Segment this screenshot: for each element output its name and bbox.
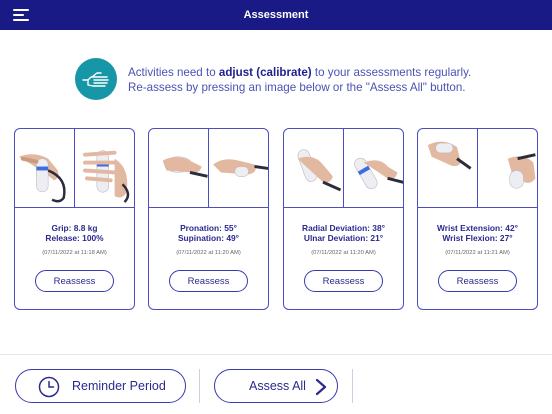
release-photo[interactable] <box>75 129 135 207</box>
reassess-button[interactable]: Reassess <box>35 270 114 292</box>
card-value-secondary: Supination: 49° <box>177 233 240 243</box>
pronation-photo[interactable] <box>149 129 209 207</box>
divider <box>352 369 353 403</box>
clock-icon <box>38 376 60 398</box>
card-value-primary: Wrist Extension: 42° <box>437 223 518 233</box>
card-timestamp: (07/11/2022 at 11:20 AM) <box>176 250 241 256</box>
supination-photo[interactable] <box>209 129 268 207</box>
card-images[interactable] <box>418 129 537 208</box>
card-value-secondary: Release: 100% <box>45 233 104 243</box>
reassess-button[interactable]: Reassess <box>169 270 248 292</box>
card-value-secondary: Ulnar Deviation: 21° <box>303 233 384 243</box>
hand-icon <box>75 58 117 100</box>
bottom-toolbar: Reminder Period Assess All <box>0 354 552 414</box>
card-timestamp: (07/11/2022 at 11:18 AM) <box>42 250 107 256</box>
wrist-extension-photo[interactable] <box>418 129 478 207</box>
wrist-flexion-photo[interactable] <box>478 129 538 207</box>
reminder-period-button[interactable]: Reminder Period <box>15 369 186 403</box>
pronation-assessment-card[interactable]: Pronation: 55° Supination: 49° (07/11/20… <box>148 128 269 310</box>
card-value-primary: Radial Deviation: 38° <box>302 223 385 233</box>
card-value-primary: Pronation: 55° <box>180 223 237 233</box>
info-line2: Re-assess by pressing an image below or … <box>128 81 466 94</box>
info-banner: Activities need to adjust (calibrate) to… <box>75 58 535 102</box>
reassess-button[interactable]: Reassess <box>438 270 517 292</box>
card-value-secondary: Wrist Flexion: 27° <box>442 233 513 243</box>
assess-all-label: Assess All <box>249 379 306 393</box>
grip-photo[interactable] <box>15 129 75 207</box>
chevron-right-icon <box>315 378 327 396</box>
top-navigation-bar: Assessment <box>0 0 552 30</box>
assess-all-button[interactable]: Assess All <box>214 369 338 403</box>
info-line1-bold: adjust (calibrate) <box>218 66 312 79</box>
reassess-button[interactable]: Reassess <box>304 270 383 292</box>
grip-assessment-card[interactable]: Grip: 8.8 kg Release: 100% (07/11/2022 a… <box>14 128 135 310</box>
info-line1-suffix: to your assessments regularly. <box>311 66 472 79</box>
card-images[interactable] <box>15 129 134 208</box>
info-text: Activities need to adjust (calibrate) to… <box>128 65 471 95</box>
card-timestamp: (07/11/2022 at 11:21 AM) <box>445 250 510 256</box>
ulnar-deviation-photo[interactable] <box>344 129 403 207</box>
reminder-period-label: Reminder Period <box>72 379 166 393</box>
hamburger-menu-icon[interactable] <box>13 9 29 21</box>
radial-deviation-photo[interactable] <box>284 129 344 207</box>
card-images[interactable] <box>284 129 403 208</box>
divider <box>199 369 200 403</box>
info-line1-prefix: Activities need to <box>128 66 219 79</box>
card-images[interactable] <box>149 129 268 208</box>
deviation-assessment-card[interactable]: Radial Deviation: 38° Ulnar Deviation: 2… <box>283 128 404 310</box>
card-value-primary: Grip: 8.8 kg <box>51 223 98 233</box>
card-timestamp: (07/11/2022 at 11:20 AM) <box>311 250 376 256</box>
wrist-assessment-card[interactable]: Wrist Extension: 42° Wrist Flexion: 27° … <box>417 128 538 310</box>
page-title: Assessment <box>243 9 309 21</box>
